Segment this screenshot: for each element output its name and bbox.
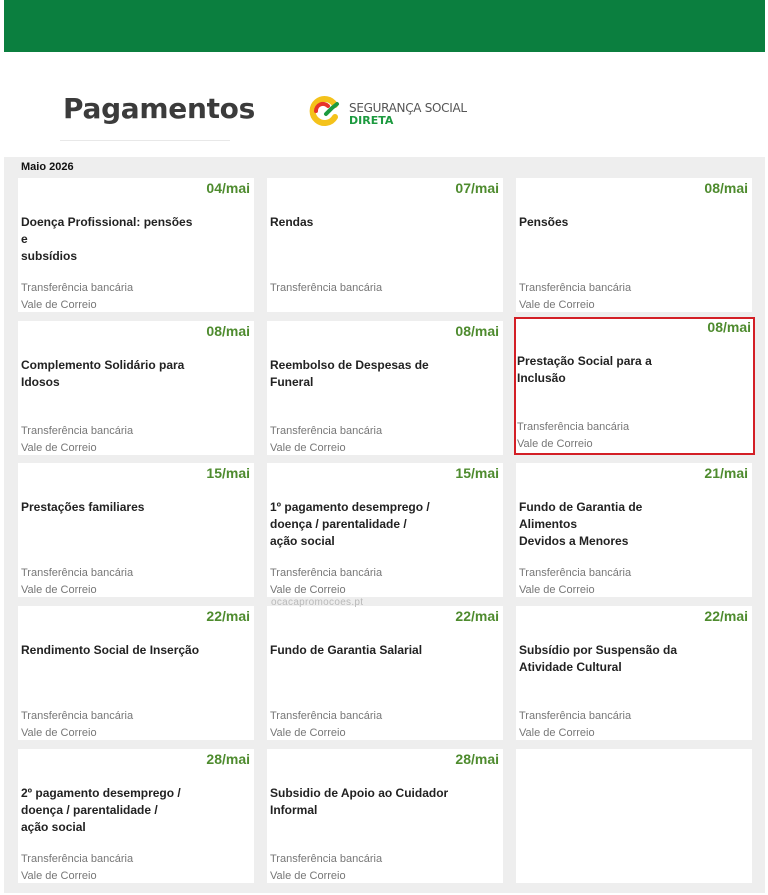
payment-date: 28/mai	[206, 751, 250, 767]
payment-card: 08/mai Pensões Transferência bancária Va…	[516, 178, 752, 312]
payment-date: 15/mai	[206, 465, 250, 481]
payment-name: Complemento Solidário para Idosos	[21, 358, 185, 389]
payment-date: 08/mai	[455, 323, 499, 339]
payment-method-postal: Vale de Correio	[517, 438, 593, 450]
payment-method-transfer: Transferência bancária	[270, 710, 383, 722]
month-label: Maio 2026	[21, 161, 74, 173]
watermark-text: ocacapromocoes.pt	[271, 597, 364, 608]
payment-method-transfer: Transferência bancária	[519, 282, 632, 294]
payment-method-postal: Vale de Correio	[270, 442, 346, 454]
payment-name: 2º pagamento desemprego / doença / paren…	[21, 786, 181, 834]
payment-name: Subsídio por Suspensão da Atividade Cult…	[519, 643, 678, 674]
payment-method-postal: Vale de Correio	[21, 727, 97, 739]
payment-name: Fundo de Garantia Salarial	[270, 643, 423, 657]
payment-method-transfer: Transferência bancária	[21, 282, 134, 294]
payment-name: Fundo de Garantia de Alimentos Devidos a…	[519, 500, 643, 548]
payment-method-transfer: Transferência bancária	[270, 282, 383, 294]
payment-method-postal: Vale de Correio	[21, 442, 97, 454]
payment-method-postal: Vale de Correio	[21, 584, 97, 596]
payment-date: 22/mai	[455, 608, 499, 624]
payment-date: 04/mai	[206, 180, 250, 196]
payment-name: Prestação Social para a Inclusão	[517, 354, 652, 385]
payment-method-postal: Vale de Correio	[270, 727, 346, 739]
payment-name: Rendas	[270, 215, 314, 229]
payment-card: 15/mai Prestações familiares Transferênc…	[18, 463, 254, 597]
payment-name: 1º pagamento desemprego / doença / paren…	[270, 500, 430, 548]
payment-card: 08/mai Complemento Solidário para Idosos…	[18, 321, 254, 455]
payment-method-transfer: Transferência bancária	[519, 567, 632, 579]
payment-date: 22/mai	[206, 608, 250, 624]
payment-card: 22/mai Rendimento Social de Inserção Tra…	[18, 606, 254, 740]
payment-method-postal: Vale de Correio	[21, 870, 97, 882]
payment-date: 15/mai	[455, 465, 499, 481]
payment-method-transfer: Transferência bancária	[21, 853, 134, 865]
payment-card: 22/mai Subsídio por Suspensão da Ativida…	[516, 606, 752, 740]
payment-name: Subsidio de Apoio ao Cuidador Informal	[270, 786, 449, 817]
payment-name: Doença Profissional: pensões e subsídios	[21, 215, 193, 263]
seguranca-social-logo-icon	[309, 96, 339, 126]
payment-method-transfer: Transferência bancária	[21, 567, 134, 579]
payment-card: 28/mai Subsidio de Apoio ao Cuidador Inf…	[267, 749, 503, 883]
payment-date: 28/mai	[455, 751, 499, 767]
payment-date: 07/mai	[455, 180, 499, 196]
payment-card: 15/mai 1º pagamento desemprego / doença …	[267, 463, 503, 597]
payment-card-highlighted: 08/mai Prestação Social para a Inclusão …	[514, 317, 755, 455]
payment-method-transfer: Transferência bancária	[519, 710, 632, 722]
payment-calendar: Maio 2026 04/mai Doença Profissional: pe…	[4, 157, 765, 893]
payment-method-postal: Vale de Correio	[519, 299, 595, 311]
payment-method-transfer: Transferência bancária	[21, 425, 134, 437]
payment-method-transfer: Transferência bancária	[517, 421, 630, 433]
payment-name: Reembolso de Despesas de Funeral	[270, 358, 429, 389]
payment-method-postal: Vale de Correio	[270, 870, 346, 882]
payment-method-transfer: Transferência bancária	[21, 710, 134, 722]
payment-method-transfer: Transferência bancária	[270, 567, 383, 579]
payment-card: 07/mai Rendas Transferência bancária	[267, 178, 503, 312]
empty-card	[516, 749, 752, 883]
payment-method-postal: Vale de Correio	[519, 727, 595, 739]
payment-card: 04/mai Doença Profissional: pensões e su…	[18, 178, 254, 312]
payment-date: 22/mai	[704, 608, 748, 624]
payment-card: 08/mai Reembolso de Despesas de Funeral …	[267, 321, 503, 455]
seguranca-social-logo: SEGURANÇA SOCIAL DIRETA	[306, 94, 467, 128]
payment-date: 08/mai	[704, 180, 748, 196]
payment-method-postal: Vale de Correio	[270, 584, 346, 596]
payment-card: 22/mai Fundo de Garantia Salarial Transf…	[267, 606, 503, 740]
payment-name: Pensões	[519, 215, 569, 229]
payment-method-postal: Vale de Correio	[21, 299, 97, 311]
payment-card: 28/mai 2º pagamento desemprego / doença …	[18, 749, 254, 883]
title-divider	[60, 140, 230, 141]
payment-method-postal: Vale de Correio	[519, 584, 595, 596]
logo-text-seguranca-social: SEGURANÇA SOCIAL	[349, 101, 467, 115]
logo-text-direta: DIRETA	[349, 114, 394, 127]
payment-method-transfer: Transferência bancária	[270, 853, 383, 865]
payment-date: 08/mai	[707, 319, 751, 335]
payment-card: 21/mai Fundo de Garantia de Alimentos De…	[516, 463, 752, 597]
payment-name: Prestações familiares	[21, 500, 145, 514]
top-banner	[4, 0, 765, 52]
payment-date: 08/mai	[206, 323, 250, 339]
payment-method-transfer: Transferência bancária	[270, 425, 383, 437]
page-title: Pagamentos	[63, 92, 255, 125]
payment-date: 21/mai	[704, 465, 748, 481]
payment-name: Rendimento Social de Inserção	[21, 643, 200, 657]
